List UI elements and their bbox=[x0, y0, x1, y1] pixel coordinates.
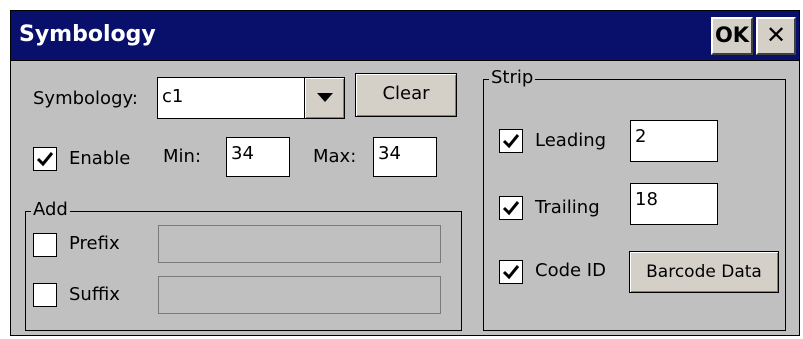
checkmark-icon bbox=[502, 265, 520, 280]
checkmark-icon bbox=[502, 134, 520, 149]
symbology-select-value: c1 bbox=[162, 86, 184, 107]
window-title: Symbology bbox=[19, 22, 156, 47]
leading-input[interactable]: 2 bbox=[630, 120, 718, 162]
prefix-label: Prefix bbox=[69, 233, 120, 254]
enable-label: Enable bbox=[69, 148, 131, 169]
symbology-label: Symbology: bbox=[33, 88, 138, 109]
close-button[interactable]: ✕ bbox=[756, 17, 796, 55]
suffix-checkbox[interactable] bbox=[33, 283, 57, 307]
max-input[interactable]: 34 bbox=[373, 137, 437, 177]
strip-group-title: Strip bbox=[489, 67, 536, 88]
title-bar: Symbology OK ✕ bbox=[11, 11, 799, 61]
code-id-checkbox[interactable] bbox=[499, 260, 523, 284]
clear-button[interactable]: Clear bbox=[355, 73, 457, 117]
barcode-data-button[interactable]: Barcode Data bbox=[629, 251, 779, 293]
trailing-label: Trailing bbox=[535, 197, 600, 218]
trailing-input[interactable]: 18 bbox=[630, 183, 718, 225]
ok-button[interactable]: OK bbox=[711, 17, 753, 55]
min-input[interactable]: 34 bbox=[226, 137, 290, 177]
suffix-input[interactable] bbox=[158, 276, 441, 314]
close-icon: ✕ bbox=[765, 21, 787, 49]
add-group-title: Add bbox=[31, 199, 70, 220]
leading-label: Leading bbox=[535, 130, 607, 151]
min-label: Min: bbox=[163, 146, 202, 167]
prefix-input[interactable] bbox=[158, 225, 441, 263]
suffix-label: Suffix bbox=[69, 284, 120, 305]
code-id-label: Code ID bbox=[535, 260, 606, 281]
trailing-checkbox[interactable] bbox=[499, 196, 523, 220]
prefix-checkbox[interactable] bbox=[33, 233, 57, 257]
checkmark-icon bbox=[502, 201, 520, 216]
enable-checkbox[interactable] bbox=[33, 147, 57, 171]
leading-checkbox[interactable] bbox=[499, 129, 523, 153]
max-label: Max: bbox=[313, 146, 357, 167]
symbology-dialog: Symbology OK ✕ Symbology: c1 Clear Enabl… bbox=[10, 10, 800, 336]
checkmark-icon bbox=[36, 152, 54, 167]
chevron-down-icon[interactable] bbox=[304, 78, 344, 118]
symbology-select[interactable]: c1 bbox=[157, 77, 345, 119]
